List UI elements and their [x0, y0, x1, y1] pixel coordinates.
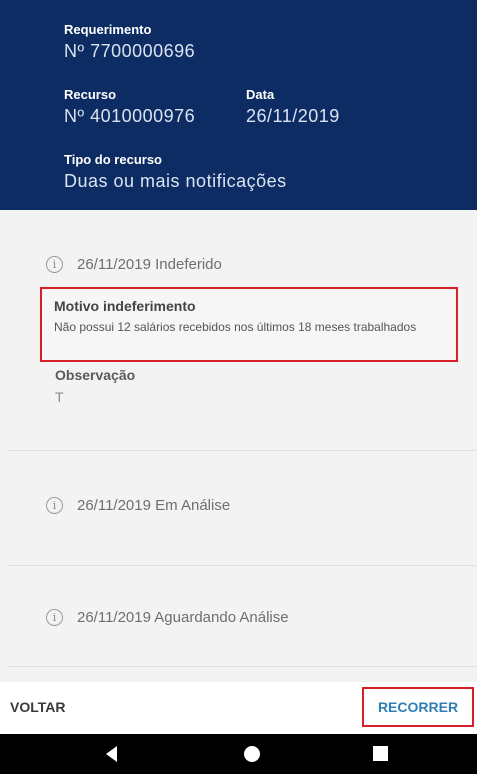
status-row-indeferido: i 26/11/2019 Indeferido — [46, 256, 222, 273]
requerimento-label: Requerimento — [64, 22, 152, 37]
recent-apps-square-icon[interactable] — [373, 746, 388, 761]
data-label: Data — [246, 87, 275, 102]
tipo-recurso-value: Duas ou mais notificações — [64, 171, 287, 191]
status-text: 26/11/2019 Aguardando Análise — [77, 609, 289, 626]
home-circle-icon[interactable] — [244, 746, 260, 762]
back-button[interactable]: VOLTAR — [10, 699, 65, 715]
tipo-recurso-label: Tipo do recurso — [64, 152, 162, 167]
rejection-reason-box: Motivo indeferimento Não possui 12 salár… — [40, 287, 458, 362]
appeal-header: Requerimento Nº 7700000696 Recurso Nº 40… — [0, 0, 477, 210]
info-icon: i — [46, 256, 63, 273]
recurso-number: Nº 4010000976 — [64, 106, 196, 126]
info-icon: i — [46, 609, 63, 626]
android-nav-bar — [0, 734, 477, 774]
back-triangle-icon[interactable] — [106, 746, 117, 762]
recurso-label: Recurso — [64, 87, 117, 102]
action-footer: VOLTAR RECORRER — [0, 682, 477, 734]
status-text: 26/11/2019 Indeferido — [77, 256, 222, 273]
info-icon: i — [46, 497, 63, 514]
data-value: 26/11/2019 — [246, 106, 340, 126]
observation-label: Observação — [55, 367, 136, 383]
status-row-em-analise: i 26/11/2019 Em Análise — [46, 497, 230, 514]
appeal-button-label: RECORRER — [377, 699, 459, 715]
rejection-reason-text: Não possui 12 salários recebidos nos últ… — [54, 320, 417, 334]
requerimento-number: Nº 7700000696 — [64, 41, 196, 61]
appeal-button[interactable]: RECORRER — [362, 687, 474, 727]
observation-value: T — [55, 389, 64, 405]
status-text: 26/11/2019 Em Análise — [77, 497, 231, 514]
rejection-reason-label: Motivo indeferimento — [54, 298, 196, 314]
status-row-aguardando-analise: i 26/11/2019 Aguardando Análise — [46, 609, 289, 626]
